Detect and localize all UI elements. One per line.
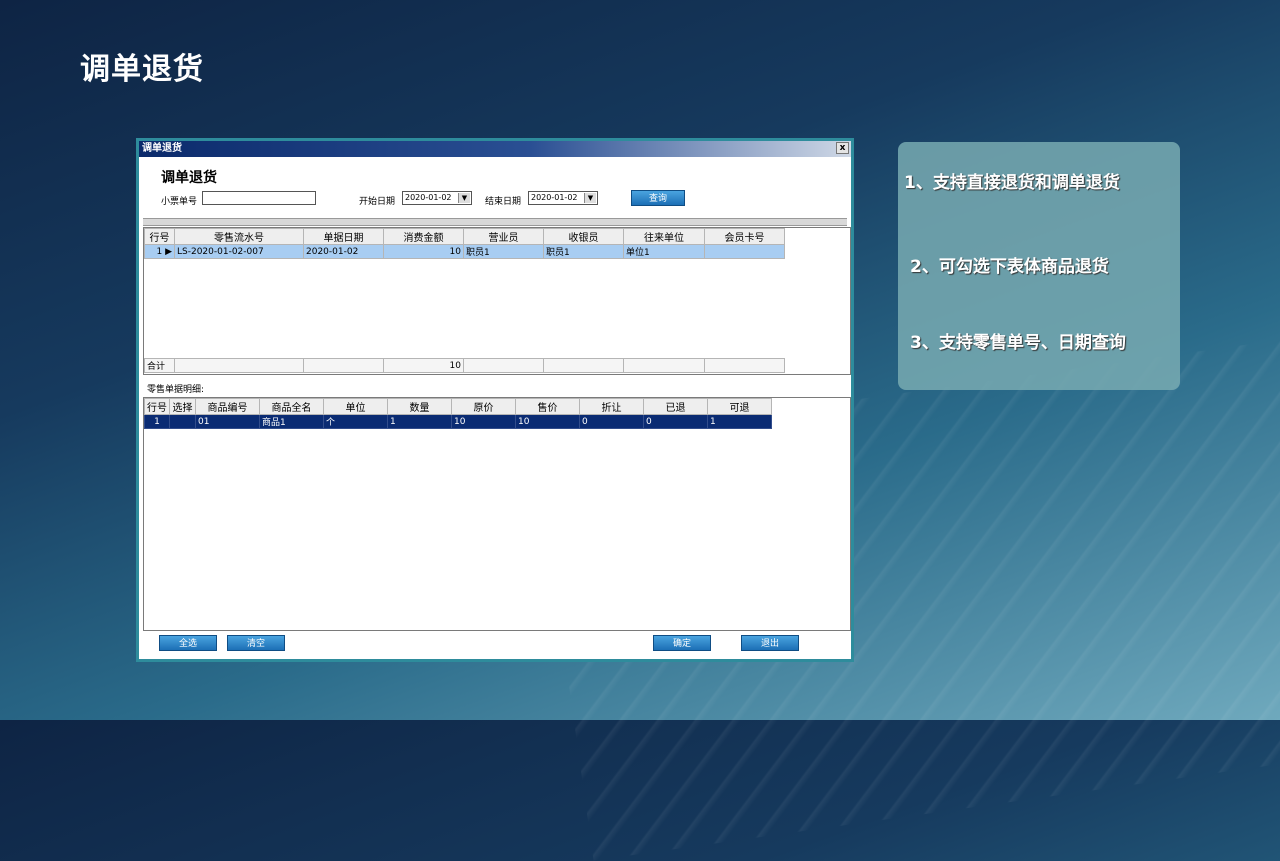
total-cell xyxy=(623,358,705,373)
slide-title: 调单退货 xyxy=(80,52,204,87)
cell-doc-date: 2020-01-02 xyxy=(303,244,384,259)
table-row[interactable]: 1 ▶ LS-2020-01-02-007 2020-01-02 10 职员1 … xyxy=(144,244,785,259)
start-date-label: 开始日期 xyxy=(359,197,396,207)
cell-orig-price: 10 xyxy=(451,414,516,429)
query-button[interactable]: 查询 xyxy=(631,190,685,206)
header-serial-no[interactable]: 零售流水号 xyxy=(174,228,304,245)
cell-partner: 单位1 xyxy=(623,244,705,259)
header-unit[interactable]: 单位 xyxy=(323,398,388,415)
cell-cashier: 职员1 xyxy=(543,244,624,259)
receipt-total-table: 合计 10 xyxy=(144,358,785,373)
cell-item-code: 01 xyxy=(195,414,260,429)
cell-returnable: 1 xyxy=(707,414,772,429)
receipt-label: 小票单号 xyxy=(161,197,198,207)
detail-header-row: 行号 选择 商品编号 商品全名 单位 数量 原价 售价 折让 已退 可退 xyxy=(144,398,772,415)
row-pointer-icon: ▶ xyxy=(165,246,172,257)
header-doc-date[interactable]: 单据日期 xyxy=(303,228,384,245)
feature-note-1: 1、支持直接退货和调单退货 xyxy=(904,173,1120,193)
cell-quantity: 1 xyxy=(387,414,452,429)
start-date-value: 2020-01-02 xyxy=(405,193,452,202)
header-returned[interactable]: 已退 xyxy=(643,398,708,415)
cell-row-no: 1 ▶ xyxy=(144,244,175,259)
table-row[interactable]: 1 01 商品1 个 1 10 10 0 0 1 xyxy=(144,414,772,429)
receipt-number-input[interactable] xyxy=(202,191,316,205)
header-quantity[interactable]: 数量 xyxy=(387,398,452,415)
exit-button[interactable]: 退出 xyxy=(741,635,799,651)
total-cell xyxy=(303,358,384,373)
chevron-down-icon[interactable]: ▼ xyxy=(584,193,596,203)
cell-item-name: 商品1 xyxy=(259,414,324,429)
total-row: 合计 10 xyxy=(144,358,785,373)
detail-label: 零售单据明细: xyxy=(147,385,205,395)
header-member-card[interactable]: 会员卡号 xyxy=(704,228,785,245)
chevron-down-icon[interactable]: ▼ xyxy=(458,193,470,203)
splitter-handle[interactable] xyxy=(143,218,847,226)
end-date-value: 2020-01-02 xyxy=(531,193,578,202)
feature-note-2: 2、可勾选下表体商品退货 xyxy=(910,257,1109,277)
receipt-grid: 行号 零售流水号 单据日期 消费金额 营业员 收银员 往来单位 会员卡号 1 ▶… xyxy=(143,227,851,375)
cell-member-card xyxy=(704,244,785,259)
cell-sale-price: 10 xyxy=(515,414,580,429)
feature-note-3: 3、支持零售单号、日期查询 xyxy=(910,333,1126,353)
header-sale-price[interactable]: 售价 xyxy=(515,398,580,415)
header-cashier[interactable]: 收银员 xyxy=(543,228,624,245)
confirm-button[interactable]: 确定 xyxy=(653,635,711,651)
header-discount[interactable]: 折让 xyxy=(579,398,644,415)
total-cell xyxy=(463,358,544,373)
window-title: 调单退货 xyxy=(142,143,182,154)
total-cell xyxy=(704,358,785,373)
cell-amount: 10 xyxy=(383,244,464,259)
cell-salesperson: 职员1 xyxy=(463,244,544,259)
total-cell xyxy=(174,358,304,373)
return-dialog-window: 调单退货 x 调单退货 小票单号 开始日期 2020-01-02 ▼ 结束日期 … xyxy=(136,138,854,662)
header-salesperson[interactable]: 营业员 xyxy=(463,228,544,245)
header-amount[interactable]: 消费金额 xyxy=(383,228,464,245)
receipt-table: 行号 零售流水号 单据日期 消费金额 营业员 收银员 往来单位 会员卡号 1 ▶… xyxy=(144,228,785,259)
cell-unit: 个 xyxy=(323,414,388,429)
end-date-select[interactable]: 2020-01-02 ▼ xyxy=(528,191,598,205)
select-all-button[interactable]: 全选 xyxy=(159,635,217,651)
cell-serial-no: LS-2020-01-02-007 xyxy=(174,244,304,259)
clear-button[interactable]: 清空 xyxy=(227,635,285,651)
receipt-header-row: 行号 零售流水号 单据日期 消费金额 营业员 收银员 往来单位 会员卡号 xyxy=(144,228,785,245)
total-cell xyxy=(543,358,624,373)
total-label: 合计 xyxy=(144,358,175,373)
header-item-name[interactable]: 商品全名 xyxy=(259,398,324,415)
header-row-no[interactable]: 行号 xyxy=(144,398,170,415)
detail-table: 行号 选择 商品编号 商品全名 单位 数量 原价 售价 折让 已退 可退 1 0… xyxy=(144,398,772,429)
header-row-no[interactable]: 行号 xyxy=(144,228,175,245)
header-orig-price[interactable]: 原价 xyxy=(451,398,516,415)
total-amount: 10 xyxy=(383,358,464,373)
end-date-label: 结束日期 xyxy=(485,197,522,207)
form-title: 调单退货 xyxy=(161,170,217,186)
header-partner[interactable]: 往来单位 xyxy=(623,228,705,245)
header-item-code[interactable]: 商品编号 xyxy=(195,398,260,415)
detail-grid: 行号 选择 商品编号 商品全名 单位 数量 原价 售价 折让 已退 可退 1 0… xyxy=(143,397,851,631)
cell-discount: 0 xyxy=(579,414,644,429)
close-icon[interactable]: x xyxy=(836,142,849,154)
start-date-select[interactable]: 2020-01-02 ▼ xyxy=(402,191,472,205)
window-titlebar: 调单退货 x xyxy=(139,141,851,157)
header-returnable[interactable]: 可退 xyxy=(707,398,772,415)
header-select[interactable]: 选择 xyxy=(169,398,196,415)
cell-row-no: 1 xyxy=(144,414,170,429)
select-checkbox[interactable] xyxy=(169,414,196,429)
cell-returned: 0 xyxy=(643,414,708,429)
